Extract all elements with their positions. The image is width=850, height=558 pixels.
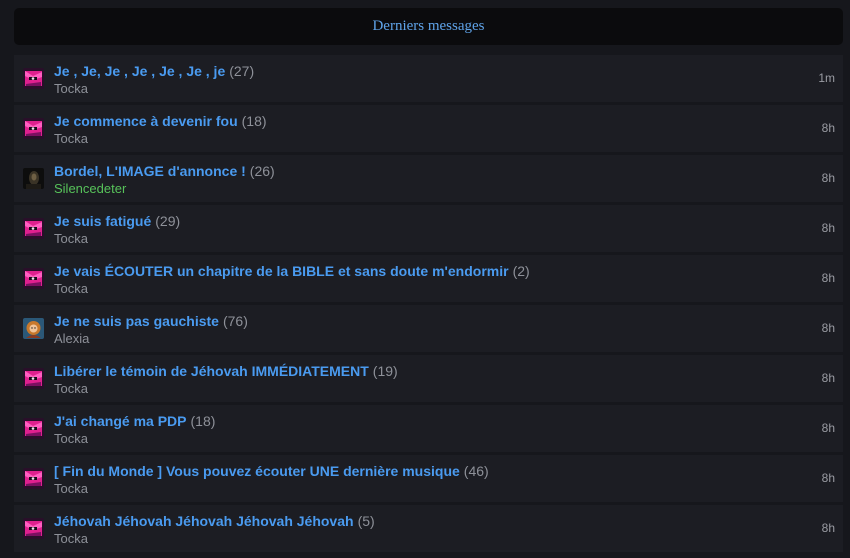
thread-row: Je ne suis pas gauchiste (76) Alexia 8h xyxy=(14,305,843,352)
alexia-avatar[interactable] xyxy=(23,318,44,339)
thread-row: Libérer le témoin de Jéhovah IMMÉDIATEME… xyxy=(14,355,843,402)
thread-author[interactable]: Tocka xyxy=(54,130,88,147)
reply-count: (46) xyxy=(463,463,489,479)
thread-row: Bordel, L'IMAGE d'annonce ! (26) Silenced… xyxy=(14,155,843,202)
thread-author[interactable]: Alexia xyxy=(54,330,89,347)
thread-title-link[interactable]: J'ai changé ma PDP xyxy=(54,413,187,429)
reply-count: (26) xyxy=(249,163,275,179)
thread-time: 8h xyxy=(821,521,835,535)
latest-messages-panel: Derniers messages Je , Je, Je , Je , Je … xyxy=(0,0,850,558)
thread-title-link[interactable]: Je suis fatigué xyxy=(54,213,151,229)
tocka-avatar[interactable] xyxy=(23,68,44,89)
reply-count: (5) xyxy=(357,513,375,529)
thread-author[interactable]: Silencedeter xyxy=(54,180,126,197)
thread-title-link[interactable]: Jéhovah Jéhovah Jéhovah Jéhovah Jéhovah xyxy=(54,513,354,529)
panel-title: Derniers messages xyxy=(372,18,485,34)
thread-row: Je vais ÉCOUTER un chapitre de la BIBLE … xyxy=(14,255,843,302)
tocka-avatar[interactable] xyxy=(23,518,44,539)
thread-time: 8h xyxy=(821,421,835,435)
thread-row: J'ai changé ma PDP (18) Tocka 8h xyxy=(14,405,843,452)
thread-author[interactable]: Tocka xyxy=(54,80,88,97)
reply-count: (18) xyxy=(241,113,267,129)
panel-header: Derniers messages xyxy=(14,8,843,45)
thread-title-link[interactable]: Je commence à devenir fou xyxy=(54,113,238,129)
thread-title-link[interactable]: Libérer le témoin de Jéhovah IMMÉDIATEME… xyxy=(54,363,369,379)
tocka-avatar[interactable] xyxy=(23,268,44,289)
thread-row: [ Fin du Monde ] Vous pouvez écouter UNE… xyxy=(14,455,843,502)
tocka-avatar[interactable] xyxy=(23,468,44,489)
reply-count: (18) xyxy=(190,413,216,429)
reply-count: (27) xyxy=(229,63,255,79)
thread-time: 8h xyxy=(821,221,835,235)
reply-count: (76) xyxy=(222,313,248,329)
thread-row: Jéhovah Jéhovah Jéhovah Jéhovah Jéhovah(… xyxy=(14,505,843,552)
thread-author[interactable]: Tocka xyxy=(54,530,88,547)
thread-row: Je , Je, Je , Je , Je , Je , je (27) Tock… xyxy=(14,55,843,102)
thread-title-link[interactable]: Je ne suis pas gauchiste xyxy=(54,313,219,329)
tocka-avatar[interactable] xyxy=(23,118,44,139)
thread-time: 8h xyxy=(821,321,835,335)
thread-time: 1m xyxy=(818,71,835,85)
thread-title-link[interactable]: Je , Je, Je , Je , Je , Je , je xyxy=(54,63,225,79)
thread-author[interactable]: Tocka xyxy=(54,480,88,497)
thread-time: 8h xyxy=(821,121,835,135)
thread-title-link[interactable]: Bordel, L'IMAGE d'annonce ! xyxy=(54,163,246,179)
tocka-avatar[interactable] xyxy=(23,368,44,389)
thread-row: Je commence à devenir fou (18) Tocka 8h xyxy=(14,105,843,152)
thread-time: 8h xyxy=(821,271,835,285)
thread-list: Je , Je, Je , Je , Je , Je , je (27) Tock… xyxy=(14,55,843,555)
thread-author[interactable]: Tocka xyxy=(54,430,88,447)
silencedeter-avatar[interactable] xyxy=(23,168,44,189)
tocka-avatar[interactable] xyxy=(23,218,44,239)
thread-author[interactable]: Tocka xyxy=(54,380,88,397)
thread-author[interactable]: Tocka xyxy=(54,230,88,247)
thread-author[interactable]: Tocka xyxy=(54,280,88,297)
thread-row: Je suis fatigué (29) Tocka 8h xyxy=(14,205,843,252)
tocka-avatar[interactable] xyxy=(23,418,44,439)
reply-count: (29) xyxy=(155,213,181,229)
thread-title-link[interactable]: Je vais ÉCOUTER un chapitre de la BIBLE … xyxy=(54,263,509,279)
reply-count: (19) xyxy=(372,363,398,379)
thread-title-link[interactable]: [ Fin du Monde ] Vous pouvez écouter UNE… xyxy=(54,463,460,479)
thread-time: 8h xyxy=(821,371,835,385)
thread-time: 8h xyxy=(821,471,835,485)
thread-time: 8h xyxy=(821,171,835,185)
reply-count: (2) xyxy=(512,263,530,279)
